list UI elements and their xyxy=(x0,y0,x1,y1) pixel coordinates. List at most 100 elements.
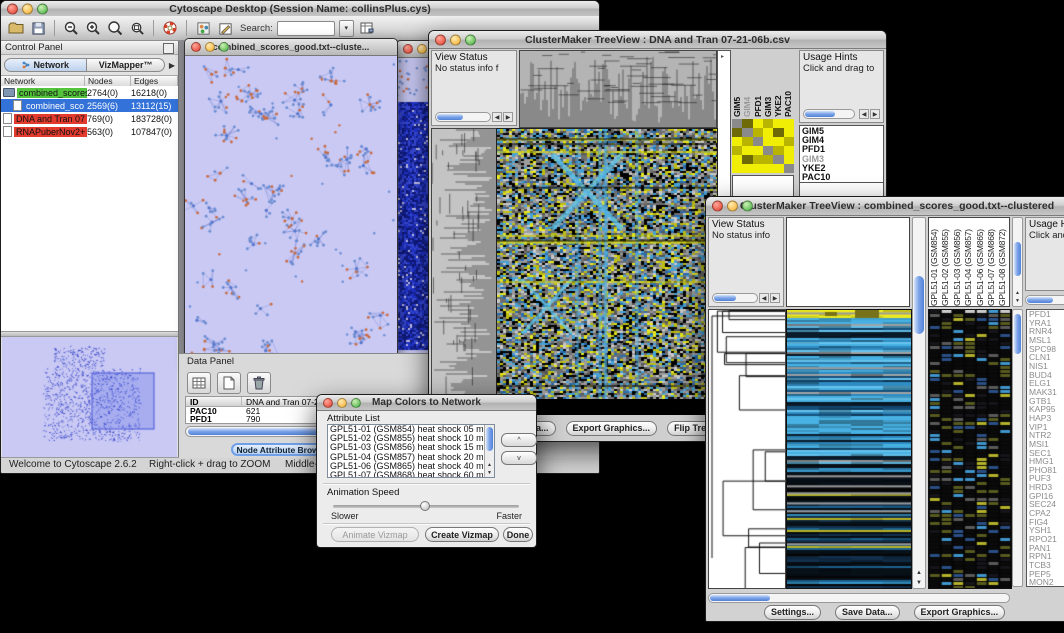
tv1-row-dendrogram[interactable] xyxy=(431,128,497,401)
scroll-up-icon[interactable]: ▲ xyxy=(1015,290,1020,296)
matrix-cell[interactable] xyxy=(732,128,742,137)
matrix-column-label[interactable]: PFD1 xyxy=(753,53,763,117)
animation-speed-slider[interactable] xyxy=(333,501,519,511)
matrix-cell[interactable] xyxy=(732,119,742,128)
tabs-overflow-arrow[interactable]: ▶ xyxy=(169,61,175,70)
scroll-up-icon[interactable]: ▲ xyxy=(487,462,492,468)
save-session-button[interactable] xyxy=(29,19,47,37)
matrix-cell[interactable] xyxy=(784,137,794,146)
matrix-cell[interactable] xyxy=(753,146,763,155)
matrix-cell[interactable] xyxy=(742,146,752,155)
tv2-main-heatmap[interactable] xyxy=(786,309,912,589)
matrix-cell[interactable] xyxy=(753,128,763,137)
matrix-cell[interactable] xyxy=(742,164,752,173)
view-status-scrollbar[interactable] xyxy=(712,293,758,303)
tv2-action-button[interactable]: Save Data... xyxy=(835,605,900,620)
array-column-label[interactable]: GPL51-08 (GSM872) xyxy=(997,220,1008,306)
matrix-cell[interactable] xyxy=(732,146,742,155)
gene-label[interactable]: MON2 xyxy=(1029,578,1064,587)
slider-thumb[interactable] xyxy=(420,501,430,511)
network-row[interactable]: combined_sco 2569(6) 13112(15) xyxy=(1,99,178,112)
network-overview-navigator[interactable] xyxy=(2,337,177,457)
tv2-selected-heatmap[interactable] xyxy=(928,309,1012,589)
move-down-button[interactable]: v xyxy=(501,451,537,465)
listbox-vscrollbar[interactable]: ▲ ▼ xyxy=(484,425,494,477)
matrix-cell[interactable] xyxy=(732,137,742,146)
matrix-column-label[interactable]: GIM3 xyxy=(763,53,773,117)
close-button[interactable] xyxy=(191,42,201,52)
tv2-action-button[interactable]: Export Graphics... xyxy=(914,605,1006,620)
scrollbar-thumb[interactable] xyxy=(486,427,493,451)
tv1-column-dendrogram[interactable] xyxy=(519,50,717,128)
minimize-button[interactable] xyxy=(205,42,215,52)
select-attributes-button[interactable] xyxy=(187,372,211,394)
scrollbar-thumb[interactable] xyxy=(914,276,924,334)
matrix-cell[interactable] xyxy=(784,155,794,164)
minimize-button[interactable] xyxy=(22,3,33,14)
search-dropdown-button[interactable]: ▾ xyxy=(339,20,354,37)
network-row[interactable]: DNA and Tran 07 769(0) 183728(0) xyxy=(1,112,178,125)
tv2-titlebar[interactable]: ClusterMaker TreeView : combined_scores_… xyxy=(706,197,1064,216)
minimize-button[interactable] xyxy=(337,398,347,408)
matrix-cell[interactable] xyxy=(784,164,794,173)
close-button[interactable] xyxy=(403,44,413,54)
scroll-down-icon[interactable]: ▼ xyxy=(487,470,492,476)
zoom-out-button[interactable] xyxy=(62,19,80,37)
array-column-label[interactable]: GPL51-01 (GSM854) xyxy=(929,220,940,306)
array-column-label[interactable]: GPL51-06 (GSM865) xyxy=(975,220,986,306)
main-titlebar[interactable]: Cytoscape Desktop (Session Name: collins… xyxy=(1,1,599,17)
float-panel-icon[interactable] xyxy=(163,43,174,54)
tv2-gene-vscrollbar[interactable] xyxy=(1012,309,1023,587)
scrollbar-thumb[interactable] xyxy=(1014,314,1021,354)
usage-scrollbar[interactable] xyxy=(1025,295,1064,305)
create-vizmap-button[interactable]: Create Vizmap xyxy=(425,527,499,542)
network-view-titlebar[interactable]: combined_scores_good.txt--cluste... xyxy=(185,39,397,56)
minimize-button[interactable] xyxy=(417,44,427,54)
scrollbar-thumb[interactable] xyxy=(1027,297,1053,303)
move-up-button[interactable]: ^ xyxy=(501,433,537,447)
matrix-column-label[interactable]: YKE2 xyxy=(773,53,783,117)
scroll-up-icon[interactable]: ▲ xyxy=(916,570,922,576)
matrix-column-label[interactable]: GIM4 xyxy=(742,53,752,117)
array-column-label[interactable]: GPL51-04 (GSM857) xyxy=(963,220,974,306)
usage-scrollbar[interactable] xyxy=(803,109,855,119)
matrix-cell[interactable] xyxy=(763,164,773,173)
network-row[interactable]: combined_scores 2764(0) 16218(0) xyxy=(1,86,178,99)
matrix-cell[interactable] xyxy=(773,155,783,164)
scrollbar-thumb[interactable] xyxy=(714,295,736,301)
scroll-left-icon[interactable]: ◀ xyxy=(492,112,502,122)
scroll-down-icon[interactable]: ▼ xyxy=(1015,298,1020,304)
array-column-label[interactable]: GPL51-03 (GSM856) xyxy=(952,220,963,306)
zoom-in-button[interactable] xyxy=(84,19,102,37)
attribute-item[interactable]: GPL51-07 (GSM868) heat shock 60 min xyxy=(328,471,494,478)
import-table-button[interactable] xyxy=(358,19,376,37)
tv1-heatmap[interactable] xyxy=(496,128,718,401)
done-button[interactable]: Done xyxy=(503,527,533,542)
tv1-titlebar[interactable]: ClusterMaker TreeView : DNA and Tran 07-… xyxy=(429,31,886,49)
tv2-main-vscrollbar[interactable]: ▲ ▼ xyxy=(912,217,926,589)
matrix-cell[interactable] xyxy=(773,164,783,173)
matrix-cell[interactable] xyxy=(773,137,783,146)
scroll-down-icon[interactable]: ▼ xyxy=(916,580,922,586)
matrix-cell[interactable] xyxy=(753,155,763,164)
matrix-cell[interactable] xyxy=(753,137,763,146)
scroll-right-icon[interactable]: ▶ xyxy=(770,293,780,303)
matrix-cell[interactable] xyxy=(763,119,773,128)
matrix-cell[interactable] xyxy=(732,155,742,164)
tab-network[interactable]: Network xyxy=(4,58,87,72)
tv1-action-button[interactable]: Export Graphics... xyxy=(566,421,658,436)
new-attribute-button[interactable] xyxy=(217,372,241,394)
zoom-button[interactable] xyxy=(742,201,753,212)
minimize-button[interactable] xyxy=(450,34,461,45)
matrix-cell[interactable] xyxy=(763,146,773,155)
minimize-button[interactable] xyxy=(727,201,738,212)
matrix-cell[interactable] xyxy=(763,128,773,137)
matrix-cell[interactable] xyxy=(773,128,783,137)
matrix-cell[interactable] xyxy=(784,128,794,137)
view-status-scrollbar[interactable] xyxy=(435,112,491,122)
tv2-row-dendrogram[interactable] xyxy=(708,309,786,589)
matrix-cell[interactable] xyxy=(742,155,752,164)
strip-arrow-icon[interactable]: ▸ xyxy=(721,53,724,60)
zoom-fit-button[interactable] xyxy=(106,19,124,37)
scrollbar-thumb[interactable] xyxy=(710,595,770,601)
